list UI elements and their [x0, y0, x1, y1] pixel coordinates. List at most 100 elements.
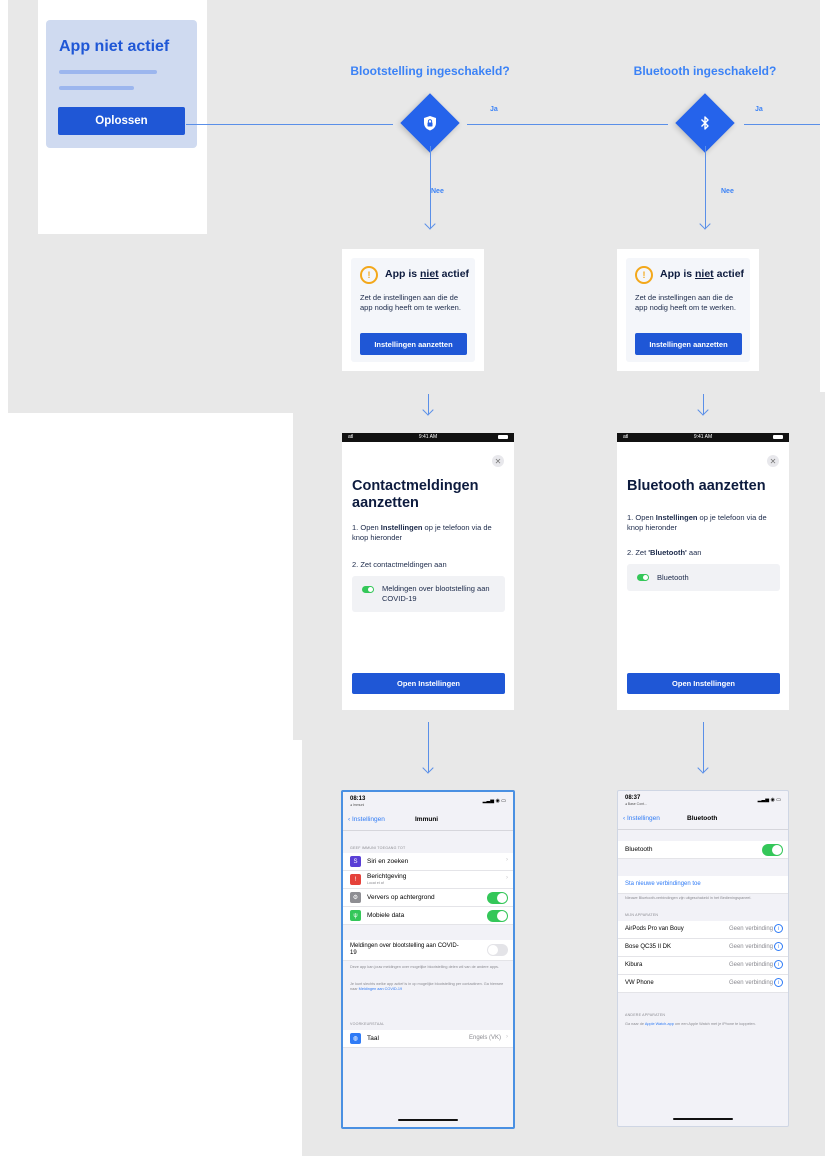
footnote: Ga naar de Apple Watch-app om een Apple …: [625, 1022, 756, 1026]
settings-row-language[interactable]: ◍ Taal Engels (VK) ›: [343, 1030, 513, 1048]
connector-line: [467, 124, 668, 125]
toggle-switch[interactable]: [762, 844, 783, 856]
chevron-right-icon: ›: [506, 875, 508, 881]
globe-icon: ◍: [350, 1033, 361, 1044]
fix-button[interactable]: Oplossen: [58, 107, 185, 135]
bluetooth-toggle-box: Bluetooth: [627, 564, 780, 591]
status-icons: ▂▃▅ ◉ ▭: [757, 797, 781, 803]
battery-icon: [773, 435, 783, 439]
toggle-label: Bluetooth: [657, 573, 689, 582]
clock: 08:37: [625, 795, 641, 801]
notifications-icon: !: [350, 874, 361, 885]
toggle-switch[interactable]: [637, 574, 649, 581]
clock: 08:13: [350, 796, 366, 802]
warning-card-body: ! App is niet actief Zet de instellingen…: [351, 258, 475, 362]
home-indicator: [673, 1118, 733, 1120]
toggle-switch[interactable]: [487, 910, 508, 922]
section-header: MIJN APPARATEN: [625, 913, 659, 917]
gear-icon: ⚙: [350, 892, 361, 903]
warning-icon: !: [635, 266, 653, 284]
no-label: Nee: [431, 188, 444, 195]
footnote: Nieuwe Bluetooth-verbindingen zijn uitge…: [625, 896, 752, 900]
warning-text: Zet de instellingen aan die de app nodig…: [360, 293, 461, 312]
back-button[interactable]: ‹ Instellingen: [348, 816, 385, 823]
warning-title: App is niet actief: [385, 268, 470, 280]
toggle-switch[interactable]: [487, 892, 508, 904]
yes-label: Ja: [755, 106, 763, 113]
chevron-right-icon: ›: [506, 857, 508, 863]
settings-row-mobile-data[interactable]: ψ Mobiele data: [343, 907, 513, 925]
footnote: Je kunt slechts welke app actief is in o…: [350, 982, 504, 991]
device-row[interactable]: Bose QC35 II DK Geen verbinding i: [618, 939, 788, 957]
battery-icon: [498, 435, 508, 439]
toggle-switch[interactable]: [362, 586, 374, 593]
shield-lock-icon: [400, 93, 460, 153]
warning-text: Zet de instellingen aan die de app nodig…: [635, 293, 736, 312]
open-settings-button[interactable]: Open Instellingen: [627, 673, 780, 694]
exposure-toggle-box: Meldingen over blootstelling aan COVID-1…: [352, 576, 505, 612]
siri-icon: S: [350, 856, 361, 867]
antenna-icon: ψ: [350, 910, 361, 921]
footnote: Deze app kan jouw meldingen over mogelij…: [350, 965, 500, 969]
connector-line: [186, 124, 393, 125]
section-header: GEEF IMMUNI TOEGANG TOT: [350, 846, 406, 850]
device-row[interactable]: AirPods Pro van Bouy Geen verbinding i: [618, 921, 788, 939]
carrier-label: ◂ Base Cont...: [625, 802, 647, 806]
bluetooth-icon: [675, 93, 735, 153]
step-1: 1. Open Instellingen op je telefoon via …: [627, 513, 767, 532]
warning-title: App is niet actief: [660, 268, 745, 280]
toggle-label: Meldingen over blootstelling aan COVID-1…: [382, 584, 490, 603]
settings-row-siri[interactable]: S Siri en zoeken ›: [343, 853, 513, 871]
status-bar: atl 9:41 AM: [617, 433, 789, 442]
settings-row-notifications[interactable]: ! Berichtgeving Locat et af ›: [343, 871, 513, 889]
immuni-settings-screen: 08:13 ◂ Immuni ▂▃▅ ◉ ▭ ‹ Instellingen Im…: [341, 790, 515, 1129]
divider: [343, 830, 513, 831]
placeholder-line: [59, 70, 157, 74]
settings-row-bluetooth[interactable]: Bluetooth: [618, 841, 788, 859]
close-icon[interactable]: ✕: [492, 455, 504, 467]
chevron-right-icon: ›: [506, 1034, 508, 1040]
dialog-title: Bluetooth aanzetten: [627, 478, 766, 494]
warning-card-body: ! App is niet actief Zet de instellingen…: [626, 258, 750, 362]
toggle-switch[interactable]: [487, 944, 508, 956]
dialog-title: Contactmeldingen aanzetten: [352, 478, 479, 511]
enable-settings-button[interactable]: Instellingen aanzetten: [360, 333, 467, 355]
step-2: 2. Zet contactmeldingen aan: [352, 560, 447, 569]
nav-title: Bluetooth: [687, 815, 718, 822]
warning-card: ! App is niet actief Zet de instellingen…: [617, 249, 759, 371]
step-2: 2. Zet 'Bluetooth' aan: [627, 548, 702, 557]
section-header: ANDERE APPARATEN: [625, 1013, 666, 1017]
open-settings-button[interactable]: Open Instellingen: [352, 673, 505, 694]
enable-settings-button[interactable]: Instellingen aanzetten: [635, 333, 742, 355]
device-row[interactable]: Kibura Geen verbinding i: [618, 957, 788, 975]
no-label: Nee: [721, 188, 734, 195]
info-icon[interactable]: i: [774, 978, 783, 987]
decision-label: Blootstelling ingeschakeld?: [350, 64, 510, 78]
contact-notifications-dialog: atl 9:41 AM ✕ Contactmeldingen aanzetten…: [342, 433, 514, 710]
info-icon[interactable]: i: [774, 960, 783, 969]
bluetooth-dialog: atl 9:41 AM ✕ Bluetooth aanzetten 1. Ope…: [617, 433, 789, 710]
status-bar: atl 9:41 AM: [342, 433, 514, 442]
warning-card: ! App is niet actief Zet de instellingen…: [342, 249, 484, 371]
section-header: VOORKEURSTAAL: [350, 1022, 385, 1026]
settings-row-exposure[interactable]: Meldingen over blootstelling aan COVID-1…: [343, 940, 513, 961]
step-1: 1. Open Instellingen op je telefoon via …: [352, 523, 492, 542]
close-icon[interactable]: ✕: [767, 455, 779, 467]
warning-icon: !: [360, 266, 378, 284]
bluetooth-settings-screen: 08:37 ◂ Base Cont... ▂▃▅ ◉ ▭ ‹ Instellin…: [617, 790, 789, 1127]
status-icons: ▂▃▅ ◉ ▭: [482, 798, 506, 804]
device-row[interactable]: VW Phone Geen verbinding i: [618, 975, 788, 993]
source-card-title: App niet actief: [59, 38, 170, 55]
divider: [618, 829, 788, 830]
back-button[interactable]: ‹ Instellingen: [623, 815, 660, 822]
info-icon[interactable]: i: [774, 942, 783, 951]
allow-new-connections-row[interactable]: Sta nieuwe verbindingen toe: [618, 876, 788, 894]
connector-line: [744, 124, 820, 125]
connector-line: [430, 146, 431, 228]
home-indicator: [398, 1119, 458, 1121]
nav-title: Immuni: [415, 816, 439, 823]
carrier-label: ◂ Immuni: [350, 803, 365, 807]
info-icon[interactable]: i: [774, 924, 783, 933]
settings-row-background-refresh[interactable]: ⚙ Ververs op achtergrond: [343, 889, 513, 907]
source-card: App niet actief Oplossen: [46, 20, 197, 148]
